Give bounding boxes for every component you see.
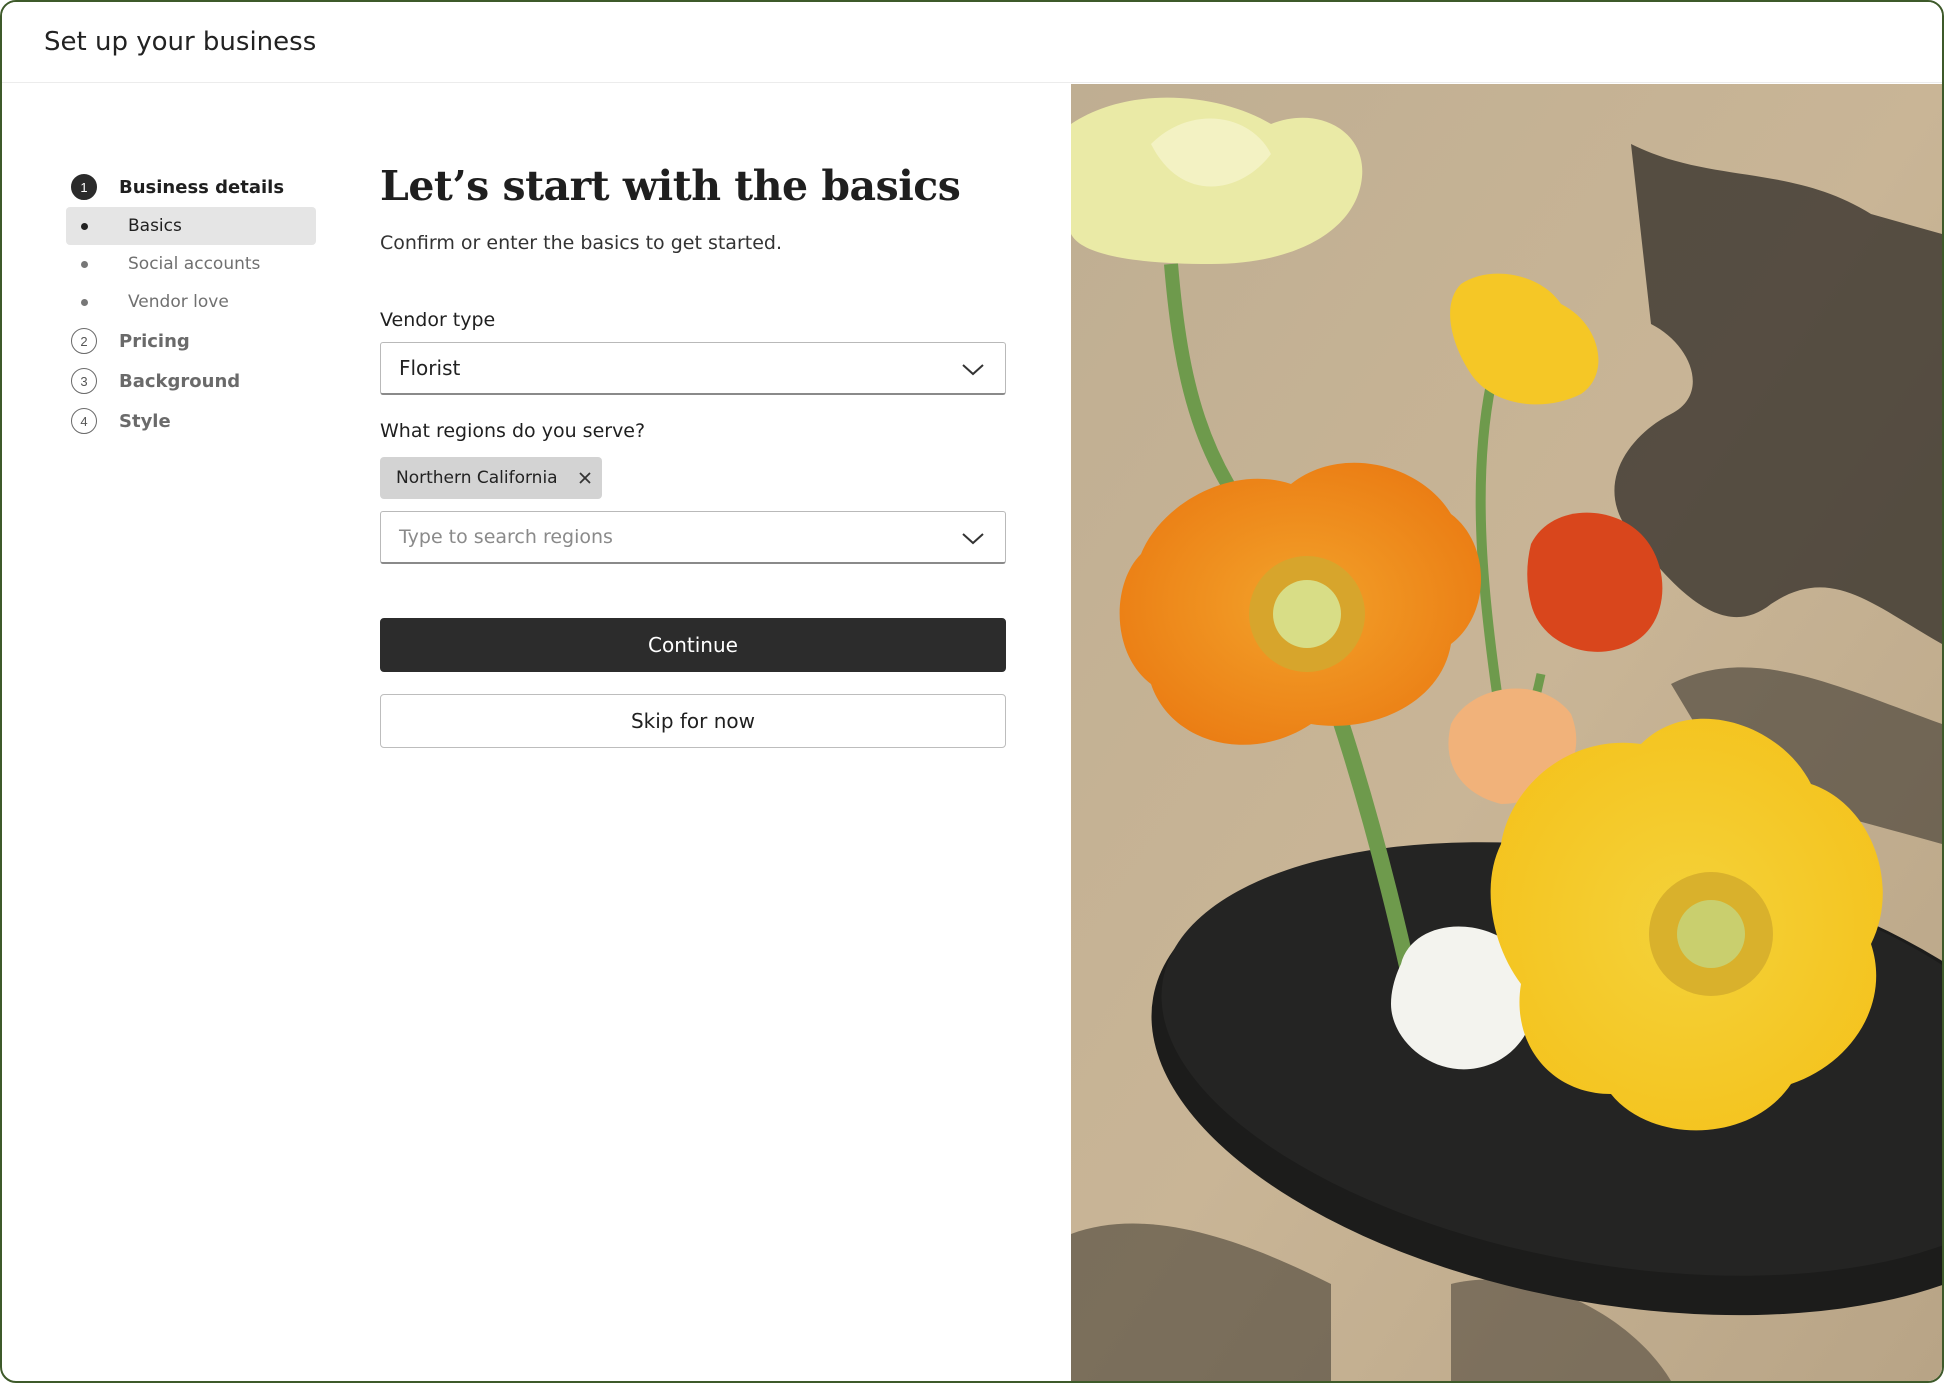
basics-form: Let’s start with the basics Confirm or e…	[380, 162, 1006, 748]
top-bar: Set up your business	[2, 2, 1942, 83]
step-label: Background	[119, 370, 241, 392]
step-label: Business details	[119, 176, 285, 198]
step-number-badge: 2	[71, 328, 97, 354]
step-number-badge: 1	[71, 174, 97, 200]
step-number-badge: 3	[71, 368, 97, 394]
bullet-dot-icon	[81, 260, 88, 268]
regions-search-input[interactable]: Type to search regions	[380, 511, 1006, 564]
substep-basics[interactable]: Basics	[66, 207, 316, 245]
vendor-type-select[interactable]: Florist	[380, 342, 1006, 395]
chevron-down-icon	[962, 364, 984, 376]
continue-button[interactable]: Continue	[380, 618, 1006, 672]
step-business-details[interactable]: 1 Business details	[66, 167, 316, 207]
step-style[interactable]: 4 Style	[66, 401, 316, 441]
region-chip: Northern California	[380, 457, 602, 499]
substep-label: Social accounts	[128, 254, 261, 274]
hero-flower-photo	[1071, 84, 1942, 1381]
chevron-down-icon	[962, 533, 984, 545]
step-background[interactable]: 3 Background	[66, 361, 316, 401]
substep-social-accounts[interactable]: Social accounts	[66, 245, 316, 283]
step-label: Pricing	[119, 330, 190, 352]
step-label: Style	[119, 410, 171, 432]
app-window: Set up your business 1 Business details …	[0, 0, 1944, 1383]
substep-vendor-love[interactable]: Vendor love	[66, 283, 316, 321]
close-icon[interactable]	[578, 471, 592, 485]
bullet-dot-icon	[81, 298, 88, 306]
page-header-title: Set up your business	[44, 27, 317, 57]
step-number-badge: 4	[71, 408, 97, 434]
step-pricing[interactable]: 2 Pricing	[66, 321, 316, 361]
vendor-type-value: Florist	[399, 356, 461, 380]
substep-label: Vendor love	[128, 292, 229, 312]
bullet-dot-icon	[81, 222, 88, 230]
page-title: Let’s start with the basics	[380, 162, 961, 210]
page-subtitle: Confirm or enter the basics to get start…	[380, 232, 783, 254]
region-chip-label: Northern California	[396, 468, 558, 488]
skip-button[interactable]: Skip for now	[380, 694, 1006, 748]
regions-label: What regions do you serve?	[380, 420, 646, 442]
regions-search-placeholder: Type to search regions	[399, 526, 613, 548]
poppy-illustration	[1071, 84, 1942, 1381]
substep-label: Basics	[128, 216, 182, 236]
vendor-type-label: Vendor type	[380, 309, 496, 331]
setup-stepper: 1 Business details Basics Social account…	[66, 167, 316, 441]
